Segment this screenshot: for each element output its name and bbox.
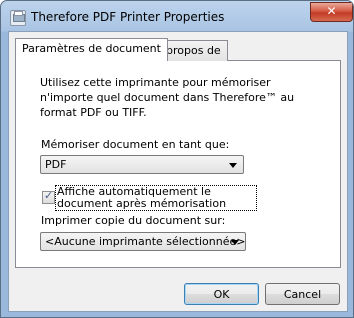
window-title: Therefore PDF Printer Properties: [31, 10, 225, 24]
checkmark-icon: ✓: [44, 189, 54, 202]
title-bar[interactable]: Therefore PDF Printer Properties ✕: [1, 1, 353, 32]
tab-panel: Utilisez cette imprimante pour mémoriser…: [15, 60, 341, 268]
properties-window: Therefore PDF Printer Properties ✕ Param…: [0, 0, 354, 318]
dialog-body: Paramètres de document A propos de Utili…: [8, 31, 348, 312]
auto-display-label[interactable]: Affiche automatiquement le document aprè…: [55, 185, 257, 211]
auto-display-checkbox[interactable]: ✓: [42, 189, 55, 204]
description-text: Utilisez cette imprimante pour mémoriser…: [40, 76, 295, 119]
chevron-down-icon: [229, 163, 237, 168]
store-as-value: PDF: [45, 158, 67, 171]
store-as-dropdown[interactable]: PDF: [40, 155, 244, 174]
print-copy-dropdown[interactable]: <Aucune imprimante sélectionnée>: [40, 232, 246, 251]
chevron-down-icon: [231, 240, 239, 245]
print-copy-value: <Aucune imprimante sélectionnée>: [45, 235, 246, 248]
print-copy-label: Imprimer copie du document sur:: [41, 214, 226, 227]
tab-document-settings[interactable]: Paramètres de document: [15, 38, 168, 61]
ok-button[interactable]: OK: [184, 283, 259, 305]
cancel-button[interactable]: Cancel: [265, 283, 340, 305]
close-button[interactable]: ✕: [310, 2, 353, 22]
store-as-label: Mémoriser document en tant que:: [41, 138, 230, 151]
printer-icon: [10, 10, 26, 26]
